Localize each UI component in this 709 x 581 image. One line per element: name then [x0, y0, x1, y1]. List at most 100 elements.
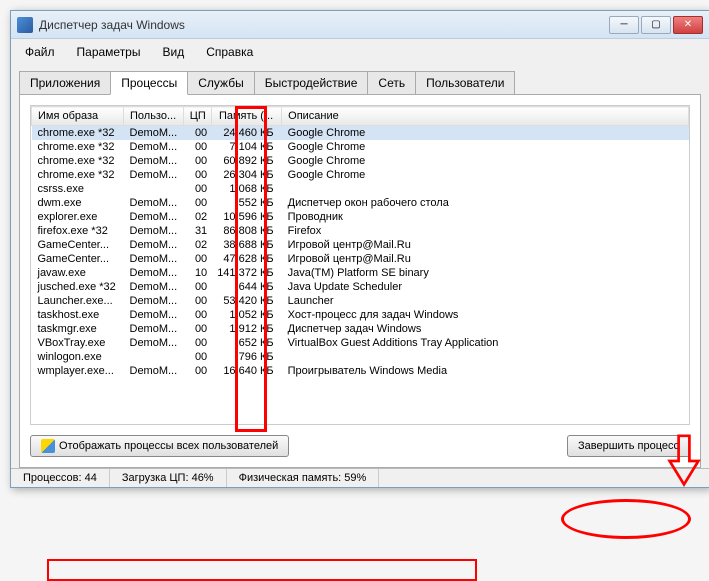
table-row[interactable]: javaw.exeDemoM...10141 372 КБJava(TM) Pl…	[32, 266, 689, 280]
cell-user: DemoM...	[124, 308, 184, 322]
cell-name: javaw.exe	[32, 266, 124, 280]
show-all-users-button[interactable]: Отображать процессы всех пользователей	[30, 435, 289, 457]
table-row[interactable]: csrss.exe001 068 КБ	[32, 182, 689, 196]
cell-user: DemoM...	[124, 196, 184, 210]
cell-user: DemoM...	[124, 224, 184, 238]
cell-mem: 652 КБ	[211, 336, 281, 350]
menubar: Файл Параметры Вид Справка	[11, 39, 709, 65]
table-row[interactable]: GameCenter...DemoM...0047 628 КБИгровой …	[32, 252, 689, 266]
cell-cpu: 00	[183, 336, 211, 350]
tab-applications[interactable]: Приложения	[19, 71, 111, 94]
cell-mem: 1 068 КБ	[211, 182, 281, 196]
cell-mem: 141 372 КБ	[211, 266, 281, 280]
cell-user: DemoM...	[124, 252, 184, 266]
cell-mem: 16 640 КБ	[211, 364, 281, 378]
table-row[interactable]: dwm.exeDemoM...00552 КБДиспетчер окон ра…	[32, 196, 689, 210]
cell-cpu: 00	[183, 140, 211, 154]
tab-users[interactable]: Пользователи	[415, 71, 515, 94]
col-header-cpu[interactable]: ЦП	[183, 107, 211, 126]
cell-user: DemoM...	[124, 280, 184, 294]
table-row[interactable]: chrome.exe *32DemoM...007 104 КБGoogle C…	[32, 140, 689, 154]
cell-user: DemoM...	[124, 336, 184, 350]
cell-name: chrome.exe *32	[32, 154, 124, 168]
table-row[interactable]: chrome.exe *32DemoM...0026 304 КБGoogle …	[32, 168, 689, 182]
cell-name: explorer.exe	[32, 210, 124, 224]
statusbar: Процессов: 44 Загрузка ЦП: 46% Физическа…	[11, 468, 709, 487]
table-row[interactable]: taskmgr.exeDemoM...001 912 КБДиспетчер з…	[32, 322, 689, 336]
cell-name: dwm.exe	[32, 196, 124, 210]
table-row[interactable]: wmplayer.exe...DemoM...0016 640 КБПроигр…	[32, 364, 689, 378]
table-row[interactable]: VBoxTray.exeDemoM...00652 КБVirtualBox G…	[32, 336, 689, 350]
cell-desc	[282, 350, 689, 364]
cell-desc: Проводник	[282, 210, 689, 224]
cell-desc: Java(TM) Platform SE binary	[282, 266, 689, 280]
titlebar[interactable]: Диспетчер задач Windows ─ ▢ ✕	[11, 11, 709, 39]
app-icon	[17, 17, 33, 33]
cell-desc: Диспетчер окон рабочего стола	[282, 196, 689, 210]
cell-user: DemoM...	[124, 140, 184, 154]
tab-strip: Приложения Процессы Службы Быстродействи…	[19, 71, 701, 94]
cell-cpu: 00	[183, 322, 211, 336]
cell-mem: 86 808 КБ	[211, 224, 281, 238]
cell-desc: Игровой центр@Mail.Ru	[282, 238, 689, 252]
table-row[interactable]: chrome.exe *32DemoM...0024 460 КБGoogle …	[32, 126, 689, 141]
menu-file[interactable]: Файл	[21, 43, 59, 61]
table-row[interactable]: firefox.exe *32DemoM...3186 808 КБFirefo…	[32, 224, 689, 238]
col-header-mem[interactable]: Память (...	[211, 107, 281, 126]
cell-cpu: 00	[183, 154, 211, 168]
cell-user: DemoM...	[124, 294, 184, 308]
table-row[interactable]: winlogon.exe00796 КБ	[32, 350, 689, 364]
cell-desc: Диспетчер задач Windows	[282, 322, 689, 336]
cell-cpu: 02	[183, 210, 211, 224]
cell-desc: VirtualBox Guest Additions Tray Applicat…	[282, 336, 689, 350]
cell-cpu: 00	[183, 182, 211, 196]
process-table: Имя образа Пользо... ЦП Память (... Опис…	[31, 106, 689, 378]
col-header-desc[interactable]: Описание	[282, 107, 689, 126]
cell-user: DemoM...	[124, 126, 184, 141]
cell-user	[124, 182, 184, 196]
cell-mem: 26 304 КБ	[211, 168, 281, 182]
cell-desc: Java Update Scheduler	[282, 280, 689, 294]
cell-user: DemoM...	[124, 238, 184, 252]
cell-desc: Google Chrome	[282, 154, 689, 168]
table-row[interactable]: Launcher.exe...DemoM...0053 420 КБLaunch…	[32, 294, 689, 308]
process-table-container[interactable]: Имя образа Пользо... ЦП Память (... Опис…	[30, 105, 690, 425]
cell-cpu: 00	[183, 350, 211, 364]
table-row[interactable]: jusched.exe *32DemoM...00644 КБJava Upda…	[32, 280, 689, 294]
cell-mem: 53 420 КБ	[211, 294, 281, 308]
menu-view[interactable]: Вид	[158, 43, 188, 61]
cell-cpu: 00	[183, 294, 211, 308]
minimize-button[interactable]: ─	[609, 16, 639, 34]
task-manager-window: Диспетчер задач Windows ─ ▢ ✕ Файл Парам…	[10, 10, 709, 488]
maximize-button[interactable]: ▢	[641, 16, 671, 34]
tab-performance[interactable]: Быстродействие	[254, 71, 369, 94]
show-all-label: Отображать процессы всех пользователей	[59, 440, 278, 452]
table-row[interactable]: GameCenter...DemoM...0238 688 КБИгровой …	[32, 238, 689, 252]
cell-name: firefox.exe *32	[32, 224, 124, 238]
cell-mem: 7 104 КБ	[211, 140, 281, 154]
menu-options[interactable]: Параметры	[73, 43, 145, 61]
tab-processes[interactable]: Процессы	[110, 71, 188, 95]
cell-desc: Хост-процесс для задач Windows	[282, 308, 689, 322]
annotation-statusbar	[47, 559, 477, 581]
table-row[interactable]: taskhost.exeDemoM...001 052 КБХост-проце…	[32, 308, 689, 322]
cell-user: DemoM...	[124, 168, 184, 182]
cell-mem: 1 912 КБ	[211, 322, 281, 336]
col-header-user[interactable]: Пользо...	[124, 107, 184, 126]
cell-name: Launcher.exe...	[32, 294, 124, 308]
menu-help[interactable]: Справка	[202, 43, 257, 61]
cell-mem: 10 596 КБ	[211, 210, 281, 224]
col-header-name[interactable]: Имя образа	[32, 107, 124, 126]
cell-user: DemoM...	[124, 154, 184, 168]
close-button[interactable]: ✕	[673, 16, 703, 34]
table-row[interactable]: chrome.exe *32DemoM...0060 892 КБGoogle …	[32, 154, 689, 168]
cell-user	[124, 350, 184, 364]
tab-network[interactable]: Сеть	[367, 71, 416, 94]
tab-panel: Имя образа Пользо... ЦП Память (... Опис…	[19, 94, 701, 468]
end-process-button[interactable]: Завершить процесс	[567, 435, 690, 457]
cell-name: jusched.exe *32	[32, 280, 124, 294]
table-row[interactable]: explorer.exeDemoM...0210 596 КБПроводник	[32, 210, 689, 224]
cell-mem: 60 892 КБ	[211, 154, 281, 168]
cell-user: DemoM...	[124, 322, 184, 336]
tab-services[interactable]: Службы	[187, 71, 254, 94]
